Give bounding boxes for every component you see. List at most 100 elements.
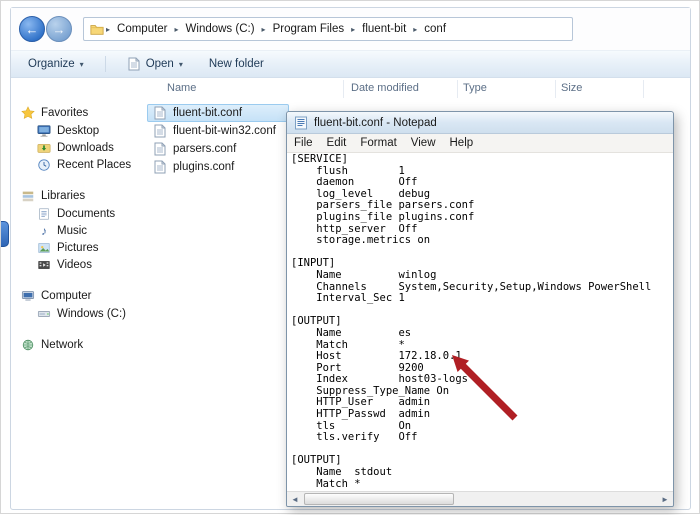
new-folder-button[interactable]: New folder xyxy=(204,55,269,73)
forward-arrow-icon: → xyxy=(53,22,66,37)
conf-file-icon xyxy=(153,124,167,138)
screenshot-frame: ← → ▸ Computer ▸ Windows (C:) ▸ Program … xyxy=(0,0,700,514)
breadcrumb-item-fluent-bit[interactable]: fluent-bit xyxy=(357,23,411,35)
breadcrumb-item-conf[interactable]: conf xyxy=(419,23,451,35)
menu-file[interactable]: File xyxy=(287,136,320,150)
menu-view[interactable]: View xyxy=(404,136,443,150)
sidebar-item-label: Music xyxy=(57,225,87,237)
file-name: parsers.conf xyxy=(173,143,236,155)
sidebar-section-favorites[interactable]: Favorites xyxy=(21,104,143,122)
open-label: Open xyxy=(146,58,174,70)
sidebar-item-label: Documents xyxy=(57,208,115,220)
scroll-right-icon[interactable]: ► xyxy=(657,492,673,506)
file-name: fluent-bit.conf xyxy=(173,107,242,119)
sidebar-item-label: Pictures xyxy=(57,242,99,254)
sidebar-item-music[interactable]: ♪ Music xyxy=(21,222,143,239)
notepad-titlebar[interactable]: fluent-bit.conf - Notepad xyxy=(287,112,673,134)
organize-button[interactable]: Organize ▾ xyxy=(23,55,89,73)
breadcrumb-item-program-files[interactable]: Program Files xyxy=(268,23,350,35)
recent-places-icon xyxy=(37,158,51,172)
notepad-menubar: File Edit Format View Help xyxy=(287,134,673,153)
sidebar-item-recent-places[interactable]: Recent Places xyxy=(21,156,143,173)
breadcrumb-separator-icon: ▸ xyxy=(412,25,418,34)
sidebar-section-label: Computer xyxy=(41,290,92,302)
organize-label: Organize xyxy=(28,58,75,70)
file-row-parsers-conf[interactable]: parsers.conf xyxy=(147,140,289,158)
sidebar-item-label: Videos xyxy=(57,259,92,271)
sidebar-item-desktop[interactable]: Desktop xyxy=(21,122,143,139)
menu-edit[interactable]: Edit xyxy=(320,136,354,150)
back-arrow-icon: ← xyxy=(26,22,39,37)
conf-file-icon xyxy=(153,142,167,156)
file-row-fluent-bit-conf[interactable]: fluent-bit.conf xyxy=(147,104,289,122)
column-header-type[interactable]: Type xyxy=(463,82,487,94)
column-headers: Name Date modified Type Size xyxy=(143,78,690,100)
conf-file-icon xyxy=(153,106,167,120)
desktop-icon xyxy=(37,124,51,138)
column-divider xyxy=(643,80,644,98)
documents-icon xyxy=(37,207,51,221)
forward-button[interactable]: → xyxy=(46,16,72,42)
open-button[interactable]: Open ▾ xyxy=(122,54,188,74)
star-icon xyxy=(21,106,35,120)
document-icon xyxy=(127,57,141,71)
notepad-title: fluent-bit.conf - Notepad xyxy=(314,117,437,129)
music-icon: ♪ xyxy=(37,224,51,238)
sidebar-item-downloads[interactable]: Downloads xyxy=(21,139,143,156)
scroll-left-icon[interactable]: ◄ xyxy=(287,492,303,506)
new-folder-label: New folder xyxy=(209,58,264,70)
sidebar-item-documents[interactable]: Documents xyxy=(21,205,143,222)
menu-format[interactable]: Format xyxy=(353,136,403,150)
notepad-text-area[interactable]: [SERVICE] flush 1 daemon Off log_level d… xyxy=(287,153,673,491)
conf-file-icon xyxy=(153,160,167,174)
sidebar-section-label: Libraries xyxy=(41,190,85,202)
sidebar-section-network[interactable]: Network xyxy=(21,336,143,354)
docked-window-tab[interactable] xyxy=(1,221,9,247)
libraries-icon xyxy=(21,189,35,203)
column-divider xyxy=(555,80,556,98)
sidebar-item-label: Windows (C:) xyxy=(57,308,126,320)
file-name: fluent-bit-win32.conf xyxy=(173,125,276,137)
network-icon xyxy=(21,338,35,352)
column-divider xyxy=(457,80,458,98)
file-row-fluent-bit-win32-conf[interactable]: fluent-bit-win32.conf xyxy=(147,122,289,140)
file-name: plugins.conf xyxy=(173,161,234,173)
breadcrumb-item-computer[interactable]: Computer xyxy=(112,23,173,35)
explorer-sidebar: Favorites Desktop Downloads xyxy=(11,78,143,509)
file-row-plugins-conf[interactable]: plugins.conf xyxy=(147,158,289,176)
breadcrumb-item-windows-c[interactable]: Windows (C:) xyxy=(181,23,260,35)
drive-icon xyxy=(37,307,51,321)
sidebar-item-pictures[interactable]: Pictures xyxy=(21,239,143,256)
sidebar-section-label: Network xyxy=(41,339,83,351)
breadcrumb[interactable]: ▸ Computer ▸ Windows (C:) ▸ Program File… xyxy=(83,17,573,41)
computer-icon xyxy=(21,289,35,303)
back-button[interactable]: ← xyxy=(19,16,45,42)
sidebar-item-videos[interactable]: Videos xyxy=(21,256,143,273)
breadcrumb-separator-icon: ▸ xyxy=(105,25,111,34)
sidebar-section-libraries[interactable]: Libraries xyxy=(21,187,143,205)
column-header-date-modified[interactable]: Date modified xyxy=(351,82,419,94)
sidebar-section-label: Favorites xyxy=(41,107,88,119)
dropdown-arrow-icon: ▾ xyxy=(179,60,183,69)
breadcrumb-separator-icon: ▸ xyxy=(350,25,356,34)
notepad-window: fluent-bit.conf - Notepad File Edit Form… xyxy=(286,111,674,507)
column-divider xyxy=(343,80,344,98)
dropdown-arrow-icon: ▾ xyxy=(80,60,84,69)
sidebar-item-windows-c[interactable]: Windows (C:) xyxy=(21,305,143,322)
horizontal-scrollbar[interactable]: ◄ ► xyxy=(287,491,673,506)
column-header-size[interactable]: Size xyxy=(561,82,582,94)
scrollbar-thumb[interactable] xyxy=(304,493,454,505)
videos-icon xyxy=(37,258,51,272)
pictures-icon xyxy=(37,241,51,255)
notepad-icon xyxy=(294,116,308,130)
menu-help[interactable]: Help xyxy=(443,136,481,150)
column-header-name[interactable]: Name xyxy=(167,82,196,94)
toolbar-divider xyxy=(105,56,106,72)
explorer-navbar: ← → ▸ Computer ▸ Windows (C:) ▸ Program … xyxy=(11,8,690,50)
sidebar-section-computer[interactable]: Computer xyxy=(21,287,143,305)
sidebar-item-label: Recent Places xyxy=(57,159,131,171)
sidebar-item-label: Desktop xyxy=(57,125,99,137)
sidebar-item-label: Downloads xyxy=(57,142,114,154)
downloads-icon xyxy=(37,141,51,155)
folder-icon xyxy=(90,22,104,36)
